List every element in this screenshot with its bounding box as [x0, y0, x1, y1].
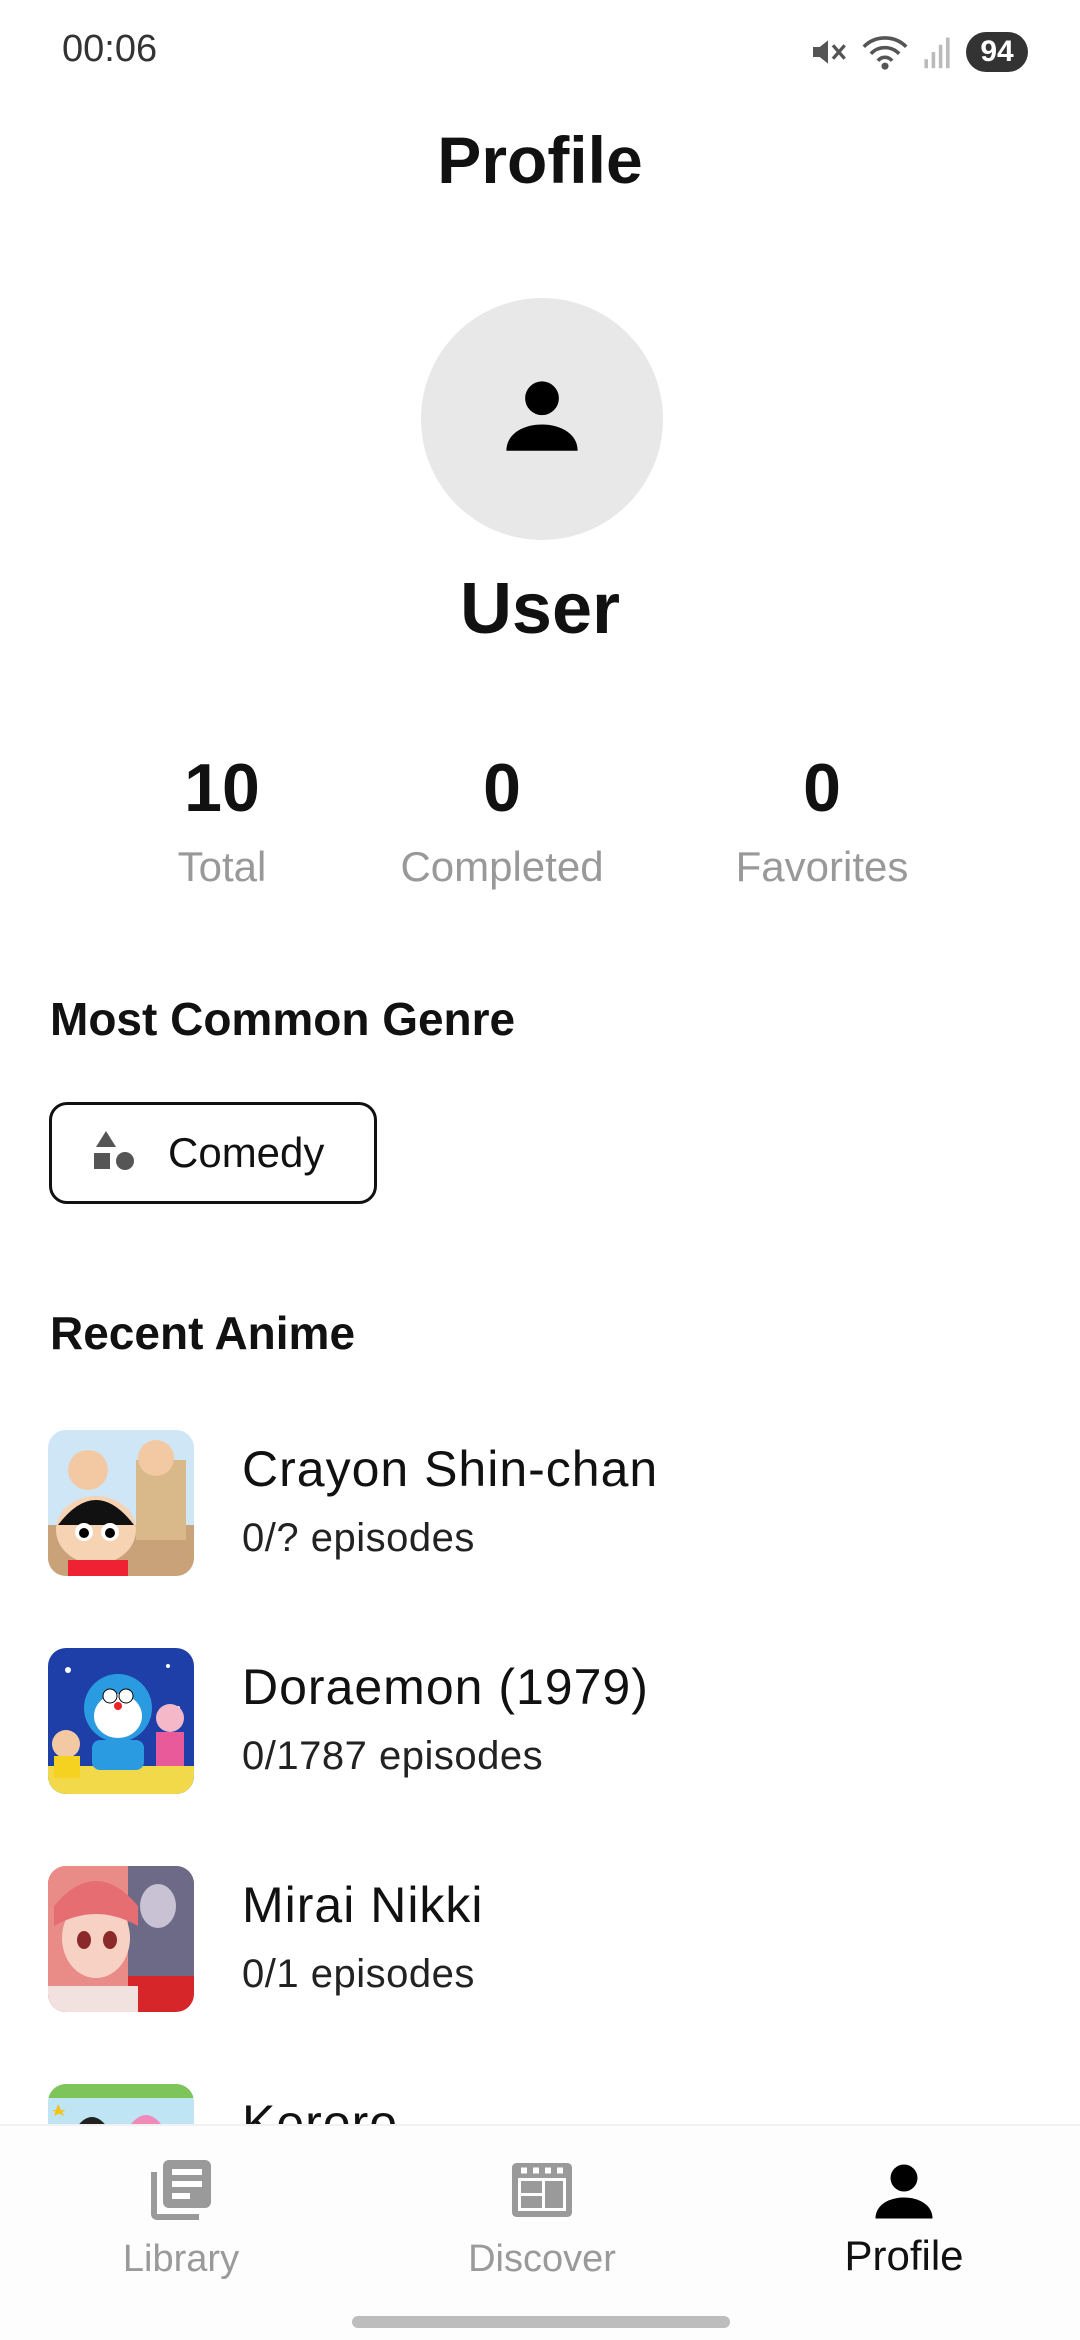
anime-episodes: 0/1787 episodes: [242, 1734, 544, 1778]
list-item-doraemon[interactable]: Doraemon (1979) 0/1787 episodes: [0, 1648, 1080, 1808]
bottom-navigation: Library Discover Profile: [0, 2124, 1080, 2340]
recent-section-title: Recent Anime: [50, 1307, 356, 1359]
avatar[interactable]: [421, 298, 663, 540]
anime-thumbnail: [48, 1866, 194, 2012]
anime-title: Crayon Shin-chan: [242, 1441, 659, 1497]
list-item-mirai-nikki[interactable]: Mirai Nikki 0/1 episodes: [0, 1866, 1080, 2026]
genre-label: Comedy: [168, 1129, 325, 1176]
stat-label: Total: [177, 843, 267, 890]
anime-thumbnail: [48, 1430, 194, 1576]
nav-label: Library: [122, 2238, 240, 2280]
nav-label: Discover: [468, 2238, 616, 2280]
nav-item-profile[interactable]: Profile: [754, 2154, 1054, 2294]
anime-title: Doraemon (1979): [242, 1659, 649, 1715]
person-icon: [868, 2154, 940, 2226]
page-title: Profile: [437, 123, 643, 197]
status-time: 00:06: [62, 28, 158, 70]
username: User: [459, 569, 621, 649]
anime-episodes: 0/? episodes: [242, 1516, 475, 1560]
anime-thumbnail: [48, 1648, 194, 1794]
battery-icon: 94: [966, 32, 1028, 72]
stat-value: 0: [483, 750, 521, 826]
person-icon: [497, 372, 587, 467]
shapes-icon: [90, 1127, 138, 1180]
home-indicator[interactable]: [352, 2316, 730, 2328]
genre-section-title: Most Common Genre: [50, 993, 516, 1045]
stat-total: 10 Total: [72, 745, 372, 891]
library-icon: [145, 2154, 217, 2226]
nav-label: Profile: [844, 2232, 964, 2279]
anime-episodes: 0/1 episodes: [242, 1952, 475, 1996]
list-item-crayon-shin-chan[interactable]: Crayon Shin-chan 0/? episodes: [0, 1430, 1080, 1590]
status-bar: 00:06 94: [0, 0, 1080, 100]
stat-completed: 0 Completed: [352, 745, 652, 891]
status-icons: 94: [808, 30, 1028, 74]
genre-chip[interactable]: Comedy: [49, 1102, 377, 1204]
nav-item-discover[interactable]: Discover: [392, 2154, 692, 2294]
discover-icon: [506, 2154, 578, 2226]
nav-item-library[interactable]: Library: [31, 2154, 331, 2294]
stat-favorites: 0 Favorites: [672, 745, 972, 891]
stat-label: Favorites: [735, 843, 909, 890]
anime-title: Mirai Nikki: [242, 1877, 484, 1933]
stat-value: 0: [803, 750, 841, 826]
stat-label: Completed: [400, 843, 604, 890]
stat-value: 10: [184, 750, 260, 826]
wifi-icon: [862, 32, 908, 72]
signal-icon: [922, 34, 952, 70]
mute-icon: [808, 32, 848, 72]
